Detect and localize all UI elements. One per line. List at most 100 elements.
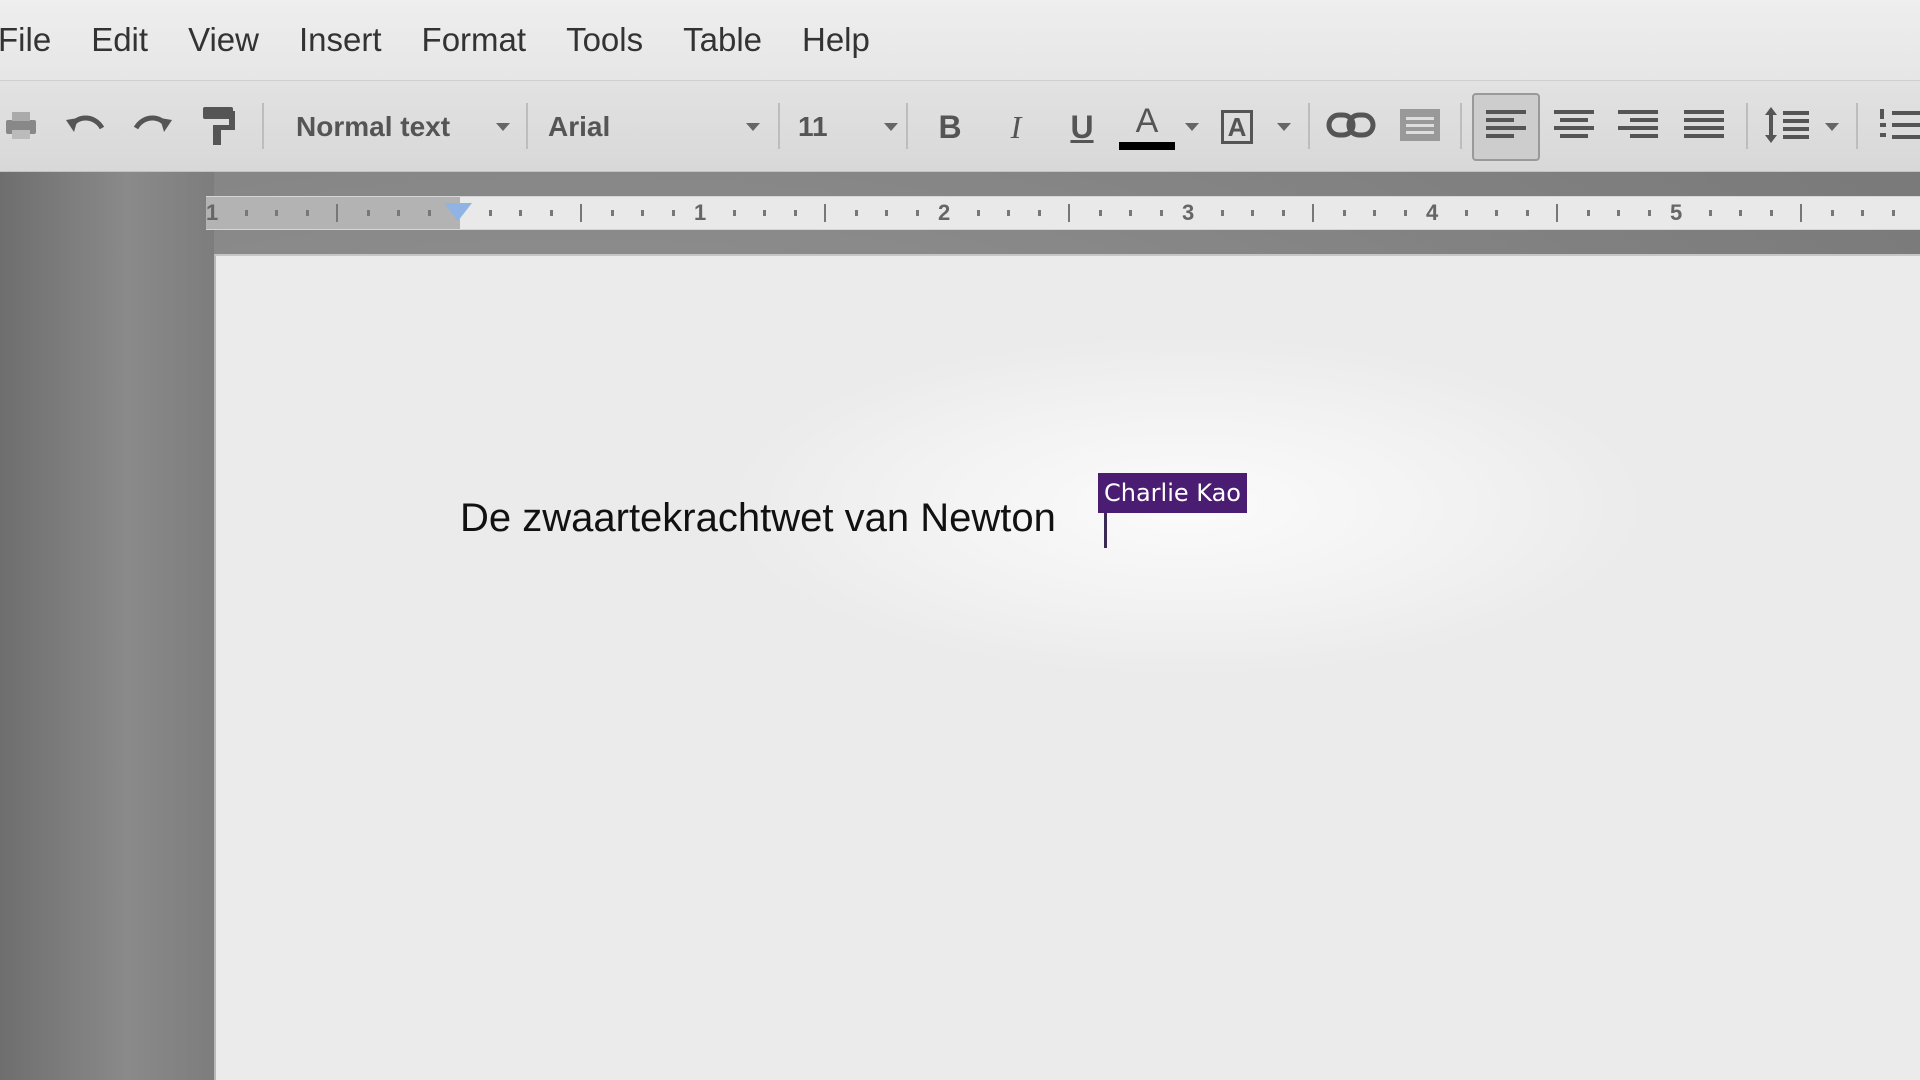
toolbar-separator: [906, 103, 908, 149]
undo-button[interactable]: [62, 81, 110, 173]
paint-format-button[interactable]: [196, 81, 242, 173]
ruler-tick: [824, 204, 826, 222]
indent-marker[interactable]: [444, 203, 472, 221]
ruler-tick: [733, 210, 736, 216]
ruler-tick: [794, 210, 797, 216]
ruler-number: 1: [694, 200, 707, 225]
ruler-tick: [1892, 210, 1895, 216]
menu-view[interactable]: View: [188, 21, 259, 59]
menu-table[interactable]: Table: [683, 21, 762, 59]
highlight-color-button[interactable]: A: [1216, 81, 1258, 173]
ruler-tick: [275, 210, 278, 216]
underline-button[interactable]: U: [1062, 81, 1102, 173]
ruler-tick: [550, 210, 553, 216]
toolbar-separator: [1460, 103, 1462, 149]
font-select[interactable]: Arial: [548, 81, 760, 173]
ruler-tick: [885, 210, 888, 216]
horizontal-ruler[interactable]: 1 1 2 3 4 5: [206, 196, 1920, 230]
align-right-button[interactable]: [1616, 81, 1660, 173]
text-color-swatch: [1119, 142, 1175, 150]
ruler-tick: [1038, 210, 1041, 216]
menu-file[interactable]: File: [0, 21, 51, 59]
ruler-tick: [580, 204, 582, 222]
toolbar: Normal text Arial 11 B I U A A: [0, 80, 1920, 172]
ruler-tick: [1709, 210, 1712, 216]
ruler-number: 2: [938, 200, 951, 225]
ruler-tick: [336, 204, 338, 222]
ruler-tick: [519, 210, 522, 216]
ruler-tick: [1556, 204, 1558, 222]
print-button[interactable]: [0, 81, 42, 173]
left-gutter: [0, 172, 214, 1080]
link-icon: [1326, 110, 1376, 145]
chevron-down-icon: [1277, 123, 1291, 131]
ruler-number: 3: [1182, 200, 1195, 225]
bold-button[interactable]: B: [930, 81, 970, 173]
collaborator-cursor-label: Charlie Kao: [1098, 473, 1247, 513]
font-size-select[interactable]: 11: [798, 81, 898, 173]
comment-icon: [1398, 107, 1442, 148]
ruler-tick: [1160, 210, 1163, 216]
ruler-tick: [306, 210, 309, 216]
toolbar-separator: [778, 103, 780, 149]
italic-button[interactable]: I: [996, 81, 1036, 173]
ruler-tick: [916, 210, 919, 216]
ruler-tick: [1648, 210, 1651, 216]
highlight-color-icon: A: [1220, 110, 1254, 144]
ruler-tick: [1312, 204, 1314, 222]
ruler-number: 5: [1670, 200, 1683, 225]
toolbar-separator: [262, 103, 264, 149]
toolbar-separator: [1856, 103, 1858, 149]
numbered-list-icon: [1878, 105, 1920, 150]
ruler-tick: [1739, 210, 1742, 216]
align-left-button[interactable]: [1472, 93, 1540, 161]
ruler-tick: [1861, 210, 1864, 216]
ruler-number: 1: [206, 200, 219, 225]
ruler-tick: [428, 210, 431, 216]
menu-bar: File Edit View Insert Format Tools Table…: [0, 0, 1920, 80]
redo-button[interactable]: [128, 81, 176, 173]
align-justify-button[interactable]: [1682, 81, 1726, 173]
bold-icon: B: [938, 108, 962, 145]
menu-format[interactable]: Format: [422, 21, 527, 59]
ruler-tick: [1587, 210, 1590, 216]
chevron-down-icon: [1825, 123, 1839, 131]
numbered-list-button[interactable]: [1878, 81, 1920, 173]
ruler-tick: [245, 210, 248, 216]
highlight-color-dropdown[interactable]: [1274, 81, 1294, 173]
ruler-tick: [1221, 210, 1224, 216]
align-left-icon: [1486, 108, 1526, 147]
document-page[interactable]: De zwaartekrachtwet van Newton Charlie K…: [214, 254, 1920, 1080]
menu-insert[interactable]: Insert: [299, 21, 382, 59]
chevron-down-icon: [1185, 123, 1199, 131]
text-color-dropdown[interactable]: [1182, 81, 1202, 173]
ruler-tick: [489, 210, 492, 216]
ruler-tick: [1617, 210, 1620, 216]
docs-app: File Edit View Insert Format Tools Table…: [0, 0, 1920, 1080]
ruler-tick: [1770, 210, 1773, 216]
chevron-down-icon: [496, 123, 510, 131]
text-color-button[interactable]: A: [1118, 81, 1176, 173]
chevron-down-icon: [746, 123, 760, 131]
toolbar-separator: [526, 103, 528, 149]
menu-tools[interactable]: Tools: [566, 21, 643, 59]
ruler-tick: [855, 210, 858, 216]
align-center-button[interactable]: [1552, 81, 1596, 173]
ruler-tick: [1800, 204, 1802, 222]
insert-comment-button[interactable]: [1396, 81, 1444, 173]
align-right-icon: [1618, 108, 1658, 147]
ruler-tick: [977, 210, 980, 216]
text-color-icon: A: [1135, 102, 1159, 140]
line-spacing-button[interactable]: [1762, 81, 1812, 173]
document-text[interactable]: De zwaartekrachtwet van Newton: [460, 496, 1056, 541]
insert-link-button[interactable]: [1324, 81, 1378, 173]
ruler-tick: [763, 210, 766, 216]
ruler-tick: [367, 210, 370, 216]
line-spacing-dropdown[interactable]: [1822, 81, 1842, 173]
menu-help[interactable]: Help: [802, 21, 870, 59]
toolbar-separator: [1308, 103, 1310, 149]
menu-edit[interactable]: Edit: [91, 21, 148, 59]
font-size-value: 11: [798, 111, 828, 142]
style-select[interactable]: Normal text: [296, 81, 510, 173]
font-select-value: Arial: [548, 111, 611, 142]
